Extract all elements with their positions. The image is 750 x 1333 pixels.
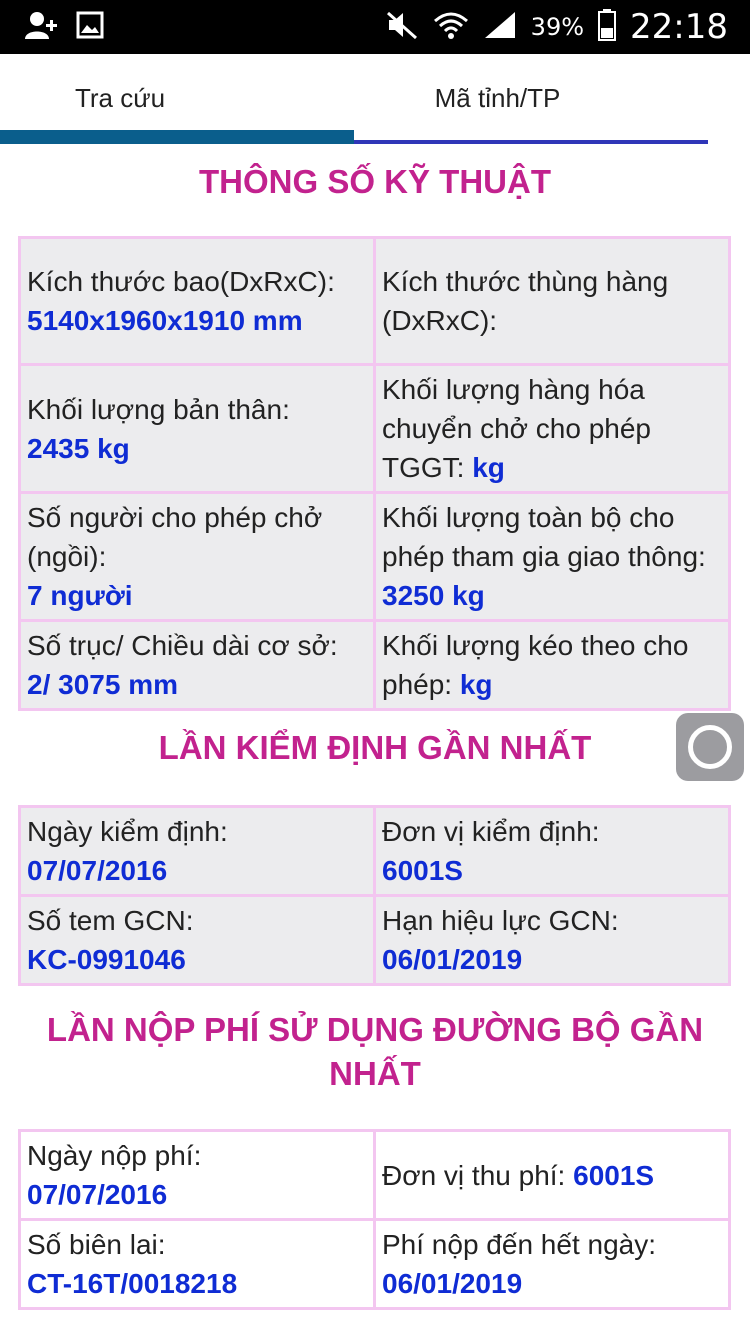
battery-percent: 39% [530, 13, 585, 41]
paid-until-label: Phí nộp đến hết ngày: [382, 1229, 656, 1260]
inspection-date-cell: Ngày kiểm định: 07/07/2016 [21, 808, 373, 894]
inspection-date-value: 07/07/2016 [27, 855, 168, 886]
tab-tra-cuu[interactable]: Tra cứu [0, 54, 240, 142]
expiry-value: 06/01/2019 [382, 944, 523, 975]
signal-icon [483, 10, 517, 45]
cargo-weight-label: Khối lượng hàng hóa chuyển chở cho phép … [382, 374, 651, 483]
image-icon [76, 11, 104, 44]
curb-weight-value: 2435 kg [27, 432, 130, 464]
paid-until-value: 06/01/2019 [382, 1268, 523, 1299]
tow-weight-cell: Khối lượng kéo theo cho phép: kg [376, 622, 728, 708]
active-tab-indicator [0, 130, 354, 144]
fee-date-label: Ngày nộp phí: [27, 1140, 202, 1171]
receipt-label: Số biên lai: [27, 1229, 166, 1260]
curb-weight-label: Khối lượng bản thân: [27, 393, 290, 425]
tab-bar: Tra cứu Mã tỉnh/TP [0, 54, 750, 146]
inspection-unit-cell: Đơn vị kiểm định: 6001S [376, 808, 728, 894]
axles-label: Số trục/ Chiều dài cơ sở: [27, 630, 338, 661]
fee-date-cell: Ngày nộp phí: 07/07/2016 [21, 1132, 373, 1218]
add-contact-icon [24, 10, 58, 45]
axles-cell: Số trục/ Chiều dài cơ sở: 2/ 3075 mm [21, 622, 373, 708]
seats-label: Số người cho phép chở (ngồi): [27, 502, 323, 572]
stamp-label: Số tem GCN: [27, 905, 194, 936]
inspection-date-label: Ngày kiểm định: [27, 816, 228, 847]
specs-table: Kích thước bao(DxRxC): 5140x1960x1910 mm… [18, 236, 731, 711]
expiry-label: Hạn hiệu lực GCN: [382, 905, 619, 936]
inspection-unit-value: 6001S [382, 855, 463, 886]
paid-until-cell: Phí nộp đến hết ngày: 06/01/2019 [376, 1221, 728, 1307]
specs-title: THÔNG SỐ KỸ THUẬT [199, 163, 551, 200]
tow-weight-label: Khối lượng kéo theo cho phép: [382, 630, 689, 700]
fee-table: Ngày nộp phí: 07/07/2016 Đơn vị thu phí:… [18, 1129, 731, 1310]
seats-value: 7 người [27, 580, 133, 611]
inspection-table: Ngày kiểm định: 07/07/2016 Đơn vị kiểm đ… [18, 805, 731, 986]
curb-weight-cell: Khối lượng bản thân: 2435 kg [21, 366, 373, 491]
tab-ma-tinh[interactable]: Mã tỉnh/TP [360, 54, 635, 142]
stamp-value: KC-0991046 [27, 944, 186, 975]
receipt-value: CT-16T/0018218 [27, 1268, 238, 1299]
fee-unit-cell: Đơn vị thu phí: 6001S [376, 1132, 728, 1218]
dims-label: Kích thước bao(DxRxC): [27, 266, 335, 297]
seats-cell: Số người cho phép chở (ngồi): 7 người [21, 494, 373, 619]
fee-date-value: 07/07/2016 [27, 1179, 168, 1210]
expiry-cell: Hạn hiệu lực GCN: 06/01/2019 [376, 897, 728, 983]
tow-weight-value: kg [459, 669, 493, 700]
fee-unit-label: Đơn vị thu phí: [382, 1159, 566, 1191]
dims-value: 5140x1960x1910 mm [27, 305, 303, 336]
status-bar: 39% 22:18 [0, 0, 750, 54]
cargo-dims-label: Kích thước thùng hàng (DxRxC): [382, 266, 669, 336]
circle-icon [688, 725, 732, 769]
gross-weight-cell: Khối lượng toàn bộ cho phép tham gia gia… [376, 494, 728, 619]
gross-weight-value: 3250 kg [382, 580, 485, 611]
clock: 22:18 [630, 7, 728, 47]
mute-icon [385, 10, 419, 45]
fee-title: LẦN NỘP PHÍ SỬ DỤNG ĐƯỜNG BỘ GẦN NHẤT [46, 1011, 704, 1092]
fee-unit-value: 6001S [573, 1159, 655, 1191]
inspection-title: LẦN KIỂM ĐỊNH GẦN NHẤT [158, 729, 592, 766]
cargo-weight-value: kg [472, 452, 505, 483]
inspection-unit-label: Đơn vị kiểm định: [382, 816, 600, 847]
cargo-dims-cell: Kích thước thùng hàng (DxRxC): [376, 239, 728, 363]
wifi-icon [433, 10, 469, 45]
axles-value: 2/ 3075 mm [27, 669, 178, 700]
battery-icon [598, 8, 617, 46]
dims-cell: Kích thước bao(DxRxC): 5140x1960x1910 mm [21, 239, 373, 363]
receipt-cell: Số biên lai: CT-16T/0018218 [21, 1221, 373, 1307]
floating-assist-button[interactable] [676, 713, 744, 781]
gross-weight-label: Khối lượng toàn bộ cho phép tham gia gia… [382, 502, 706, 572]
stamp-cell: Số tem GCN: KC-0991046 [21, 897, 373, 983]
cargo-weight-cell: Khối lượng hàng hóa chuyển chở cho phép … [376, 366, 728, 491]
